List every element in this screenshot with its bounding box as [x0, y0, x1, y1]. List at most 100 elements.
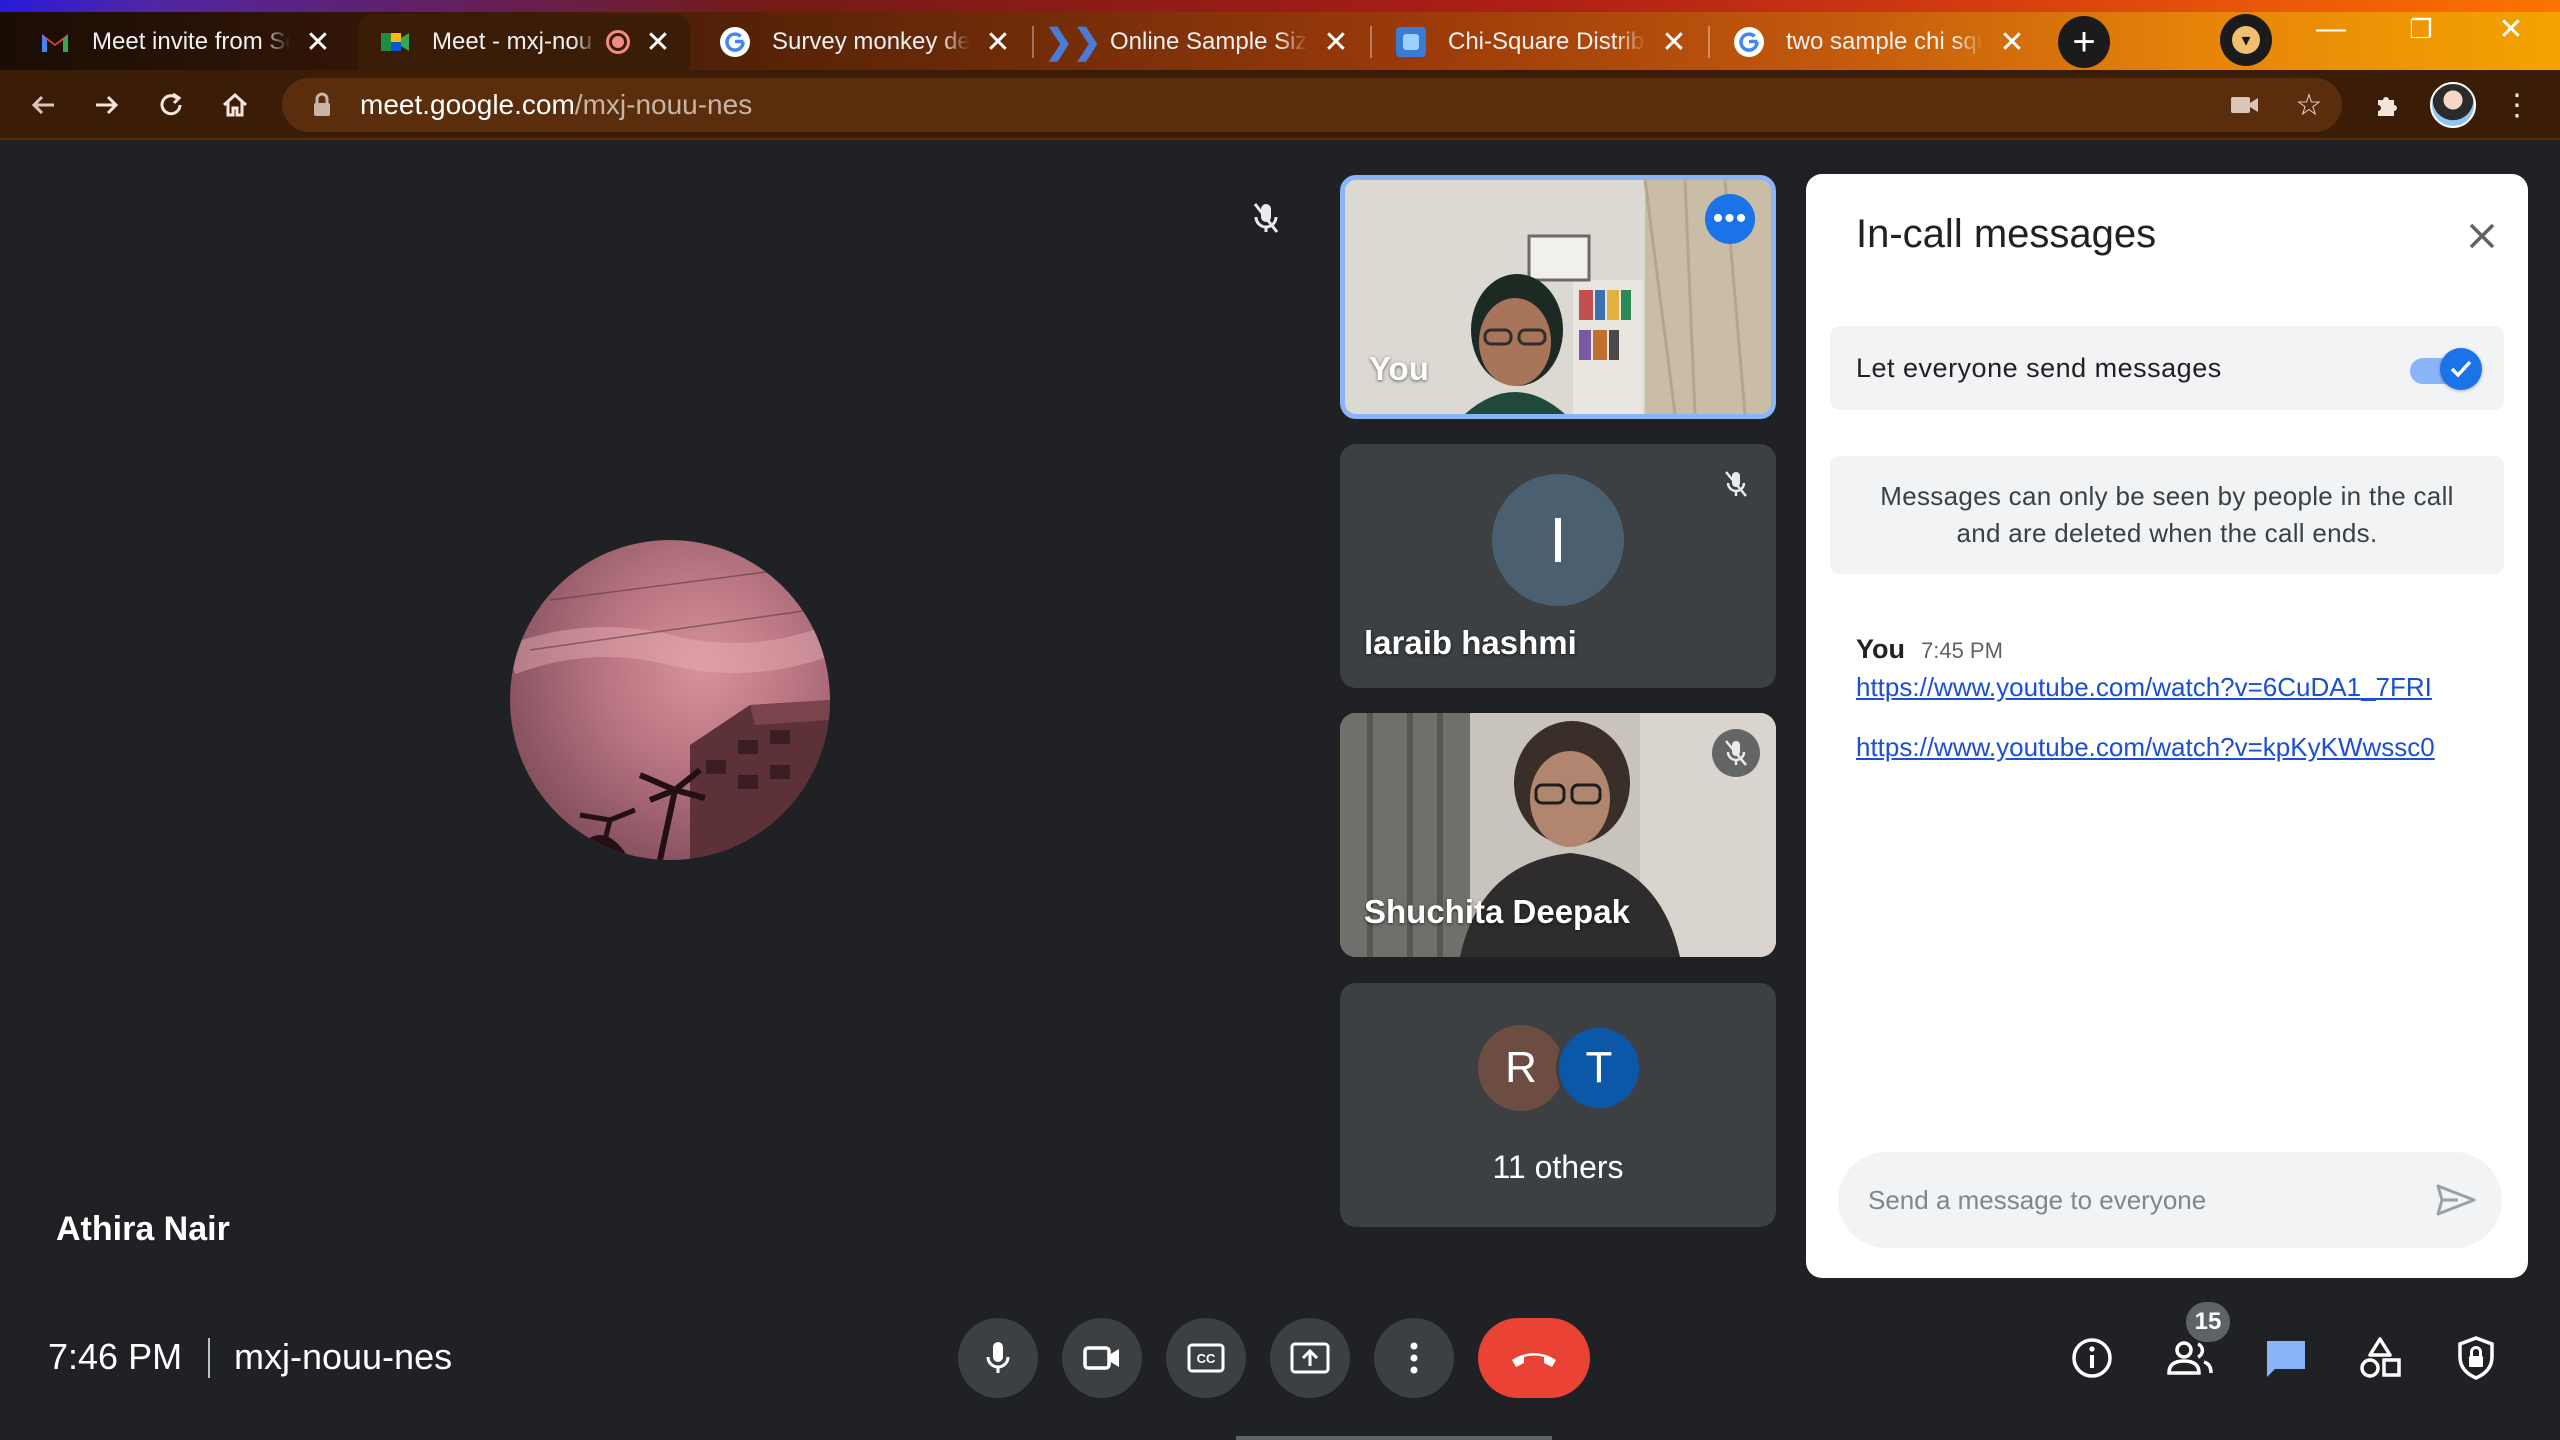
minimize-button[interactable]: — [2286, 0, 2376, 58]
mic-off-icon [1712, 460, 1760, 508]
present-screen-button[interactable] [1270, 1318, 1350, 1398]
more-vert-icon [1410, 1342, 1418, 1374]
chat-button[interactable] [2258, 1330, 2314, 1386]
participant-initial-avatar: I [1492, 474, 1624, 606]
extensions-icon[interactable] [2364, 82, 2410, 128]
restore-button[interactable]: ❐ [2376, 0, 2466, 58]
participant-avatar-photo [510, 540, 830, 860]
tab-close-icon[interactable]: ✕ [1322, 26, 1350, 59]
panel-title: In-call messages [1856, 212, 2157, 256]
more-vert-icon[interactable]: ⋮ [2494, 82, 2540, 128]
url-host: meet.google.com [360, 89, 575, 120]
message-header: You 7:45 PM [1856, 634, 2003, 665]
google-icon [720, 27, 750, 57]
participant-name: Shuchita Deepak [1364, 893, 1630, 930]
chat-icon [2267, 1341, 2305, 1377]
tab-close-icon[interactable]: ✕ [304, 26, 332, 59]
chevron-logo-icon: ❯❯ [1044, 23, 1102, 61]
call-end-icon [1512, 1353, 1556, 1367]
leave-call-button[interactable] [1478, 1318, 1590, 1398]
more-options-button[interactable]: ••• [1705, 194, 1755, 244]
profile-avatar[interactable] [2430, 82, 2476, 128]
others-count-label: 11 others [1492, 1149, 1624, 1185]
browser-tab-strip: Meet invite from Sc ✕ Meet - mxj-nou ✕ S… [0, 0, 2560, 70]
participant-tile-others[interactable]: R T 11 others [1340, 983, 1776, 1227]
gmail-icon [40, 27, 70, 57]
close-window-button[interactable]: ✕ [2466, 0, 2556, 58]
bottom-indicator [1236, 1436, 1552, 1440]
tab-close-icon[interactable]: ✕ [644, 26, 672, 59]
tab-sample-size[interactable]: ❯❯ Online Sample Size ✕ [1036, 14, 1368, 70]
microphone-button[interactable] [958, 1318, 1038, 1398]
close-icon [2469, 223, 2495, 249]
let-everyone-send-setting: Let everyone send messages [1830, 326, 2504, 410]
participant-name: laraib hashmi [1364, 624, 1577, 661]
activities-icon [2360, 1337, 2401, 1378]
google-icon [1734, 27, 1764, 57]
send-icon [2436, 1184, 2476, 1216]
participant-tile-you[interactable]: ••• You [1340, 175, 1776, 419]
close-panel-button[interactable] [2458, 212, 2506, 260]
captions-button[interactable]: CC [1166, 1318, 1246, 1398]
send-message-button[interactable] [2432, 1176, 2480, 1224]
participant-initial-avatar: T [1556, 1025, 1642, 1111]
info-icon [2072, 1338, 2112, 1378]
tab-meet[interactable]: Meet - mxj-nou ✕ [358, 14, 690, 70]
participant-tile-laraib[interactable]: I laraib hashmi [1340, 444, 1776, 688]
meet-icon [380, 27, 410, 57]
new-tab-button[interactable]: + [2058, 16, 2110, 68]
closed-captions-icon: CC [1187, 1343, 1225, 1373]
tab-survey-monkey[interactable]: Survey monkey dete ✕ [698, 14, 1030, 70]
camera-button[interactable] [1062, 1318, 1142, 1398]
participant-initial-avatar: R [1478, 1025, 1564, 1111]
home-button[interactable] [212, 82, 258, 128]
lock-icon [306, 92, 338, 118]
back-button[interactable] [20, 82, 66, 128]
people-icon [2167, 1341, 2213, 1375]
tab-chi-square[interactable]: Chi-Square Distribu ✕ [1374, 14, 1706, 70]
message-link[interactable]: https://www.youtube.com/watch?v=kpKyKWws… [1856, 732, 2435, 763]
reload-icon [160, 92, 182, 116]
tab-gmail[interactable]: Meet invite from Sc ✕ [18, 14, 350, 70]
message-timestamp: 7:45 PM [1921, 638, 2003, 663]
tab-search-button[interactable]: ▾ [2220, 14, 2272, 66]
shield-lock-icon [2458, 1336, 2494, 1380]
divider [208, 1338, 210, 1378]
camera-permission-icon[interactable] [2222, 82, 2268, 128]
url-path: /mxj-nouu-nes [574, 89, 753, 120]
tab-two-sample[interactable]: two sample chi squ ✕ [1712, 14, 2044, 70]
main-participant-name: Athira Nair [56, 1210, 230, 1248]
send-messages-toggle[interactable] [2410, 348, 2482, 390]
participant-tile-shuchita[interactable]: Shuchita Deepak [1340, 713, 1776, 957]
site-icon [1396, 27, 1426, 57]
check-icon [2440, 348, 2482, 390]
meeting-details-button[interactable] [2064, 1330, 2120, 1386]
tab-close-icon[interactable]: ✕ [1998, 26, 2026, 59]
present-to-all-icon [1290, 1342, 1330, 1374]
tab-close-icon[interactable]: ✕ [1660, 26, 1688, 59]
address-bar[interactable]: meet.google.com/mxj-nouu-nes [282, 78, 2342, 132]
more-options-button[interactable] [1374, 1318, 1454, 1398]
forward-button[interactable] [84, 82, 130, 128]
meeting-clock: 7:46 PM [48, 1336, 183, 1377]
messages-notice: Messages can only be seen by people in t… [1830, 456, 2504, 574]
browser-toolbar: meet.google.com/mxj-nouu-nes ☆ ⋮ [0, 70, 2560, 140]
tab-close-icon[interactable]: ✕ [984, 26, 1012, 59]
arrow-left-icon [31, 95, 54, 115]
host-controls-button[interactable] [2448, 1330, 2504, 1386]
message-link[interactable]: https://www.youtube.com/watch?v=6CuDA1_7… [1856, 672, 2432, 703]
arrow-right-icon [96, 95, 119, 115]
participant-name: You [1369, 350, 1429, 387]
mic-off-icon [1712, 729, 1760, 777]
activities-button[interactable] [2352, 1330, 2408, 1386]
svg-text:CC: CC [1197, 1351, 1216, 1366]
chat-message-input[interactable]: Send a message to everyone [1838, 1152, 2502, 1248]
bookmark-star-icon[interactable]: ☆ [2286, 82, 2332, 128]
meeting-code: mxj-nouu-nes [234, 1336, 453, 1377]
reload-button[interactable] [148, 82, 194, 128]
chevron-down-icon: ▾ [2232, 26, 2260, 54]
videocam-icon [1083, 1346, 1119, 1370]
chat-input-placeholder: Send a message to everyone [1868, 1184, 2207, 1215]
home-icon [222, 92, 248, 117]
message-sender: You [1856, 634, 1905, 664]
